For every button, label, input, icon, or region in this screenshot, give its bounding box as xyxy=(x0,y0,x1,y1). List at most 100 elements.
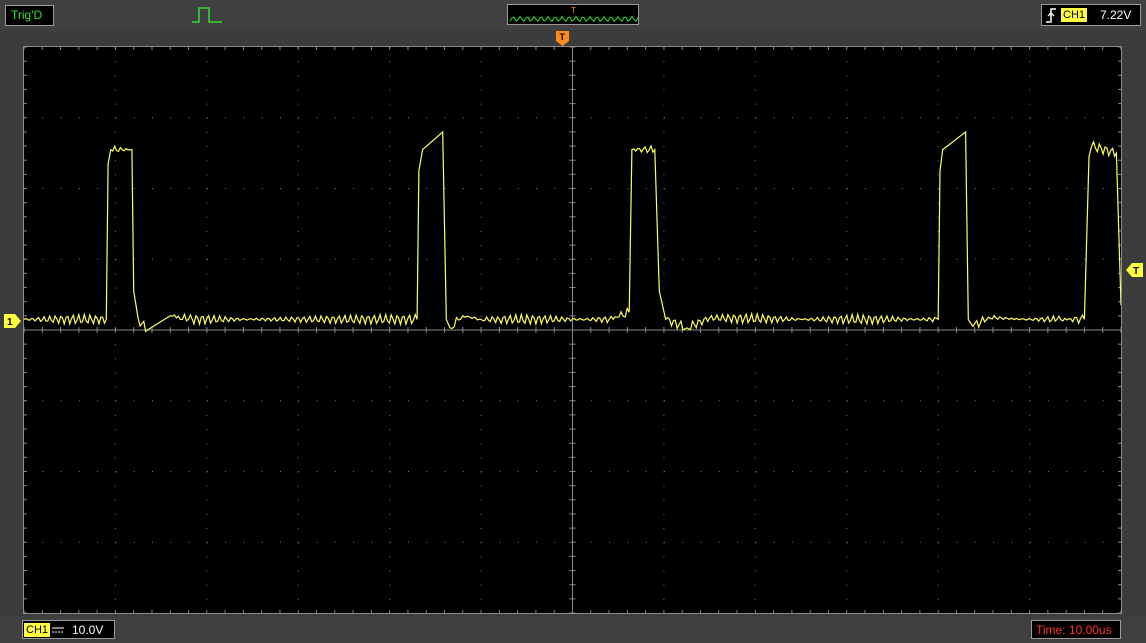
grid-dot xyxy=(791,117,793,119)
grid-dot xyxy=(663,471,665,472)
grid-dot xyxy=(645,188,647,189)
grid-dot xyxy=(462,541,464,543)
grid-dot xyxy=(937,146,939,148)
grid-dot xyxy=(499,471,501,472)
grid-dot xyxy=(407,258,409,260)
grid-dot xyxy=(754,89,756,91)
grid-dot xyxy=(663,528,665,530)
grid-dot xyxy=(1029,386,1031,388)
grid-dot xyxy=(1047,541,1049,543)
grid-dot xyxy=(901,400,903,402)
grid-dot xyxy=(481,258,483,260)
grid-dot xyxy=(261,541,263,543)
grid-dot xyxy=(846,485,848,487)
grid-dot xyxy=(846,160,848,162)
grid-dot xyxy=(865,117,867,119)
grid-dot xyxy=(297,202,299,204)
grid-dot xyxy=(663,372,665,374)
grid-dot xyxy=(846,287,848,289)
grid-dot xyxy=(846,400,848,402)
grid-dot xyxy=(1066,188,1068,189)
ch1-scale-box[interactable]: CH1 10.0V xyxy=(22,620,115,639)
grid-dot xyxy=(60,471,62,472)
grid-dot xyxy=(297,429,299,431)
grid-dot xyxy=(663,230,665,232)
grid-dot xyxy=(480,75,482,77)
grid-dot xyxy=(389,258,391,260)
grid-dot xyxy=(444,541,446,543)
grid-dot xyxy=(225,258,227,260)
grid-dot xyxy=(206,570,208,572)
grid-dot xyxy=(316,188,318,189)
grid-dot xyxy=(1029,258,1031,260)
trigger-info[interactable]: CH1 7.22V xyxy=(1041,4,1141,26)
grid-dot xyxy=(883,471,885,472)
grid-dot xyxy=(663,414,665,416)
grid-dot xyxy=(389,230,391,232)
grid-dot xyxy=(663,117,665,119)
grid-dot xyxy=(97,400,99,402)
grid-dot xyxy=(481,188,483,189)
grid-dot xyxy=(114,75,116,77)
grid-dot xyxy=(846,301,848,303)
waveform-plot xyxy=(23,46,1122,614)
grid-dot xyxy=(1029,457,1031,459)
grid-dot xyxy=(937,386,939,388)
grid-dot xyxy=(974,471,976,472)
grid-dot xyxy=(151,400,153,402)
grid-dot xyxy=(261,258,263,260)
grid-dot xyxy=(535,188,537,189)
grid-dot xyxy=(334,117,336,119)
grid-dot xyxy=(663,273,665,275)
grid-dot xyxy=(937,584,939,586)
grid-dot xyxy=(389,372,391,374)
grid-dot xyxy=(298,117,300,119)
pulse-trigger-icon[interactable] xyxy=(192,6,222,24)
grid-dot xyxy=(114,216,116,218)
grid-dot xyxy=(754,245,756,247)
grid-dot xyxy=(937,528,939,530)
grid-dot xyxy=(974,541,976,543)
grid-dot xyxy=(1084,541,1086,543)
grid-dot xyxy=(718,541,720,543)
grid-dot xyxy=(225,188,227,189)
bottom-status-bar xyxy=(0,616,1146,643)
grid-dot xyxy=(663,103,665,105)
grid-dot xyxy=(480,146,482,148)
grid-dot xyxy=(279,117,281,119)
grid-dot xyxy=(956,117,958,119)
grid-dot xyxy=(480,315,482,317)
grid-dot xyxy=(170,188,172,189)
grid-dot xyxy=(718,258,720,260)
grid-dot xyxy=(1029,400,1031,402)
ch1-ground-marker[interactable]: 1 xyxy=(4,314,21,333)
grid-dot xyxy=(444,471,446,472)
grid-dot xyxy=(499,258,501,260)
grid-dot xyxy=(42,541,44,543)
grid-dot xyxy=(590,117,592,119)
grid-dot xyxy=(297,131,299,133)
grid-dot xyxy=(371,471,373,472)
timebase-readout[interactable]: Time: 10.00us xyxy=(1031,620,1121,639)
grid-dot xyxy=(810,258,812,260)
grid-dot xyxy=(590,188,592,189)
grid-dot xyxy=(261,400,263,402)
grid-dot xyxy=(114,174,116,176)
grid-dot xyxy=(754,202,756,204)
grid-dot xyxy=(754,61,756,63)
grid-dot xyxy=(60,188,62,189)
grid-dot xyxy=(206,541,208,543)
grid-dot xyxy=(1029,471,1031,472)
waveform-display[interactable] xyxy=(23,46,1122,614)
trigger-level-marker[interactable]: T xyxy=(1126,263,1143,282)
grid-dot xyxy=(389,160,391,162)
grid-dot xyxy=(754,216,756,218)
grid-dot xyxy=(188,117,190,119)
grid-dot xyxy=(462,471,464,472)
grid-dot xyxy=(297,372,299,374)
memory-overview-window[interactable]: T xyxy=(507,4,639,25)
grid-dot xyxy=(754,358,756,360)
grid-dot xyxy=(901,258,903,260)
grid-dot xyxy=(114,245,116,247)
grid-dot xyxy=(480,131,482,133)
